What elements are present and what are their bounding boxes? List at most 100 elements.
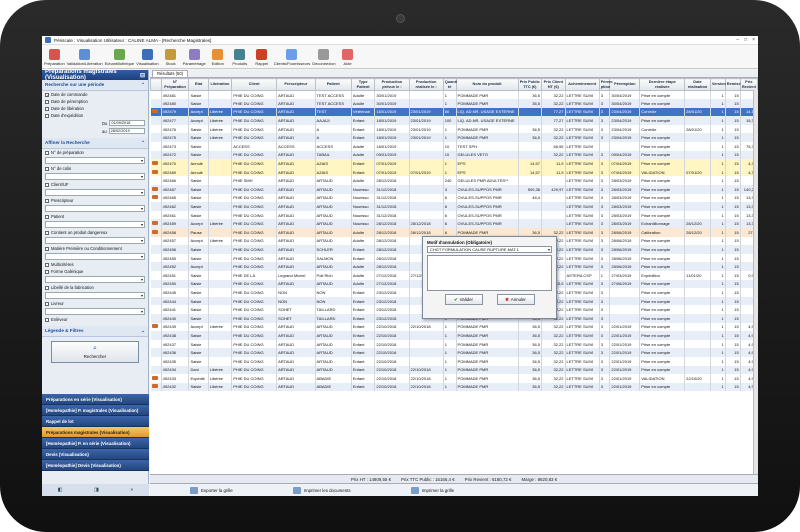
column-header[interactable]: Libération	[207, 78, 233, 91]
checkbox[interactable]	[45, 92, 49, 97]
toolbar-button-6[interactable]: Edition	[208, 49, 228, 66]
filter-option[interactable]: Contient un produit dangereux	[42, 229, 148, 236]
reason-select[interactable]: CHGT FORMULATION CAUSE RUPTURE MAT.1	[427, 246, 552, 253]
column-header[interactable]: Remise	[724, 78, 741, 91]
minimize-icon[interactable]: –	[736, 37, 739, 43]
date-from-field[interactable]: 01/09/2018	[109, 120, 145, 126]
column-header[interactable]: Version	[709, 78, 726, 91]
filter-input[interactable]	[45, 308, 145, 315]
table-row[interactable]: 492467 Saisie PHIE DU COING ARTAUD ARTAUD Nou…	[150, 185, 758, 194]
checkbox[interactable]	[45, 269, 49, 274]
table-row[interactable]: 492461 Saisie PHIE DU COING ARTAUD ARTAUD Nou…	[150, 210, 758, 220]
column-header[interactable]: Production prévue le :	[374, 78, 410, 91]
filter-option[interactable]: Patient	[42, 213, 148, 220]
maximize-icon[interactable]: □	[744, 37, 747, 43]
column-header[interactable]: Dernière étape réalisée	[639, 78, 686, 91]
column-header[interactable]: Nom du produit	[455, 78, 519, 91]
toolbar-button-1[interactable]: Validation/Libération	[67, 49, 103, 66]
vertical-scrollbar[interactable]	[753, 90, 758, 474]
toolbar-button-2[interactable]: Echantillothèque	[105, 49, 134, 66]
nav-icon-3[interactable]: »	[130, 487, 133, 493]
nav-item[interactable]: Préparations en série (Visualisation)	[42, 394, 149, 405]
column-header[interactable]: Péremption	[609, 78, 641, 91]
table-row[interactable]: 492436 Saisie PHIE DU COING ARTAUD ARTAUD Enf…	[150, 348, 758, 357]
toolbar-button-5[interactable]: Paramétrage	[183, 49, 206, 66]
toolbar-button-10[interactable]: Deconnexion	[312, 49, 336, 66]
table-row[interactable]: 492480 Saisie PHIE DU COING ARTAUD TEST ACCE…	[150, 99, 758, 108]
validate-button[interactable]: ✔ Valider	[444, 294, 483, 305]
checkbox[interactable]	[45, 230, 49, 235]
table-row[interactable]: 492470 Annulé PHIE DU COING ARTAUD AZAIS Enfa…	[150, 159, 758, 168]
pin-icon[interactable]: ⊟	[140, 72, 145, 79]
column-header[interactable]	[150, 78, 162, 91]
filter-input[interactable]	[45, 253, 145, 260]
table-row[interactable]: 492438 Saisie PHIE DU COING ARTAUD ARTAUD Enf…	[150, 331, 758, 340]
search-button[interactable]: ⌕ Rechercher	[51, 341, 139, 363]
checkbox[interactable]	[45, 113, 49, 118]
checkbox[interactable]	[45, 301, 49, 306]
filter-option[interactable]: Multicritères	[42, 261, 148, 268]
table-row[interactable]: 492466 Saisie PHIE SMH ARTAUD ARTAUD Adulte 28…	[150, 176, 758, 186]
checkbox[interactable]	[45, 246, 49, 251]
nav-item[interactable]: Devis (Visualisation)	[42, 449, 149, 460]
table-row[interactable]: 492462 Saisie PHIE DU COING ARTAUD ARTAUD Nou…	[150, 202, 758, 211]
toolbar-button-8[interactable]: Rappel	[252, 49, 272, 66]
filter-input[interactable]	[45, 237, 145, 244]
checkbox[interactable]	[45, 166, 49, 171]
date-to-field[interactable]: 28/02/2019	[108, 128, 145, 134]
checkbox[interactable]	[45, 99, 49, 104]
nav-icon-1[interactable]: ◧	[58, 487, 63, 493]
legend-section-header[interactable]: Légende & Filtres ⌄	[42, 326, 148, 337]
filter-input[interactable]	[45, 221, 145, 228]
table-row[interactable]: 492477 Accept Libérée PHIE DU COING ARTAUD AA…	[150, 116, 758, 125]
toolbar-button-4[interactable]: Stock	[161, 49, 181, 66]
table-row[interactable]: 492479 Accept Libérée PHIE DU COING ARTAUD TE…	[150, 107, 758, 117]
export-grid-button[interactable]: Exporter la grille	[190, 486, 233, 494]
checkbox[interactable]	[45, 198, 49, 203]
table-row[interactable]: 492473 Saisie ACCESS ACCESS ACCESS Adulte 16/0…	[150, 142, 758, 151]
table-row[interactable]: 492476 Saisie Libérée PHIE DU COING ARTAUD A E…	[150, 124, 758, 134]
filter-option[interactable]: Enlèveur	[42, 316, 148, 323]
checkbox[interactable]	[45, 317, 49, 322]
filter-input[interactable]	[45, 292, 145, 299]
column-header[interactable]: Quanti té	[442, 78, 457, 91]
date-option[interactable]: Date de libération	[42, 105, 148, 112]
toolbar-button-11[interactable]: Aide	[338, 49, 358, 66]
table-row[interactable]: 492465 Saisie PHIE DU COING ARTAUD ARTAUD Nou…	[150, 193, 758, 203]
table-row[interactable]: 492435 Saisie PHIE DU COING ARTAUD ARTAUD Enf…	[150, 356, 758, 366]
cancel-button[interactable]: ✖ Annuler	[496, 294, 535, 305]
column-header[interactable]: Production réalisée le :	[408, 78, 444, 91]
print-grid-button[interactable]: Imprimer la grille	[410, 486, 454, 494]
toolbar-button-3[interactable]: Visualisation	[136, 49, 159, 66]
filter-option[interactable]: Libellé de la fabrication	[42, 284, 148, 291]
table-row[interactable]: 492472 Saisie PHIE DU COING ARTAUD TABAIL Adu…	[150, 150, 758, 160]
print-documents-button[interactable]: Imprimer les documents	[292, 486, 351, 494]
column-header[interactable]: N° Préparation	[160, 78, 190, 91]
filter-option[interactable]: Matière Première ou Conditionnement	[42, 245, 148, 252]
nav-item[interactable]: [Homéopathie] Devis (Visualisation)	[42, 460, 149, 471]
filter-option[interactable]: Client/UF	[42, 181, 148, 188]
filter-option[interactable]: N° de colis	[42, 165, 148, 172]
filter-input[interactable]	[45, 157, 145, 164]
nav-item[interactable]: [Homéopathie] P. magistrales (Visualisat…	[42, 405, 149, 416]
toolbar-button-7[interactable]: Produits	[230, 49, 250, 66]
toolbar-button-0[interactable]: Préparation	[44, 49, 65, 66]
column-header[interactable]: Type Patient	[350, 78, 376, 91]
period-section-header[interactable]: Recherche sur une période ⌃	[42, 80, 148, 91]
checkbox[interactable]	[45, 285, 49, 290]
column-header[interactable]: Prescripteur	[276, 78, 316, 91]
nav-icon-2[interactable]: ◨	[94, 487, 99, 493]
table-row[interactable]: 492434 Dani Libérée PHIE DU COING ARTAUD ARTA…	[150, 365, 758, 375]
table-row[interactable]: 492481 Saisie PHIE DU COING ARTAUD TEST ACCE…	[150, 90, 758, 100]
checkbox[interactable]	[45, 262, 49, 267]
refine-section-header[interactable]: Affiner la Recherche ⌃	[42, 138, 148, 149]
nav-item[interactable]: Rappel de lot	[42, 416, 149, 427]
filter-option[interactable]: Livreur	[42, 300, 148, 307]
checkbox[interactable]	[45, 150, 49, 155]
filter-input[interactable]	[45, 189, 145, 196]
table-row[interactable]: 492437 Saisie PHIE DU COING ARTAUD ARTAUD Enf…	[150, 339, 758, 349]
date-option[interactable]: Date d'expédition	[42, 112, 148, 119]
checkbox[interactable]	[45, 182, 49, 187]
nav-item[interactable]: [Homéopathie] P. en série (Visualisation…	[42, 438, 149, 449]
reason-textarea[interactable]	[427, 255, 552, 291]
